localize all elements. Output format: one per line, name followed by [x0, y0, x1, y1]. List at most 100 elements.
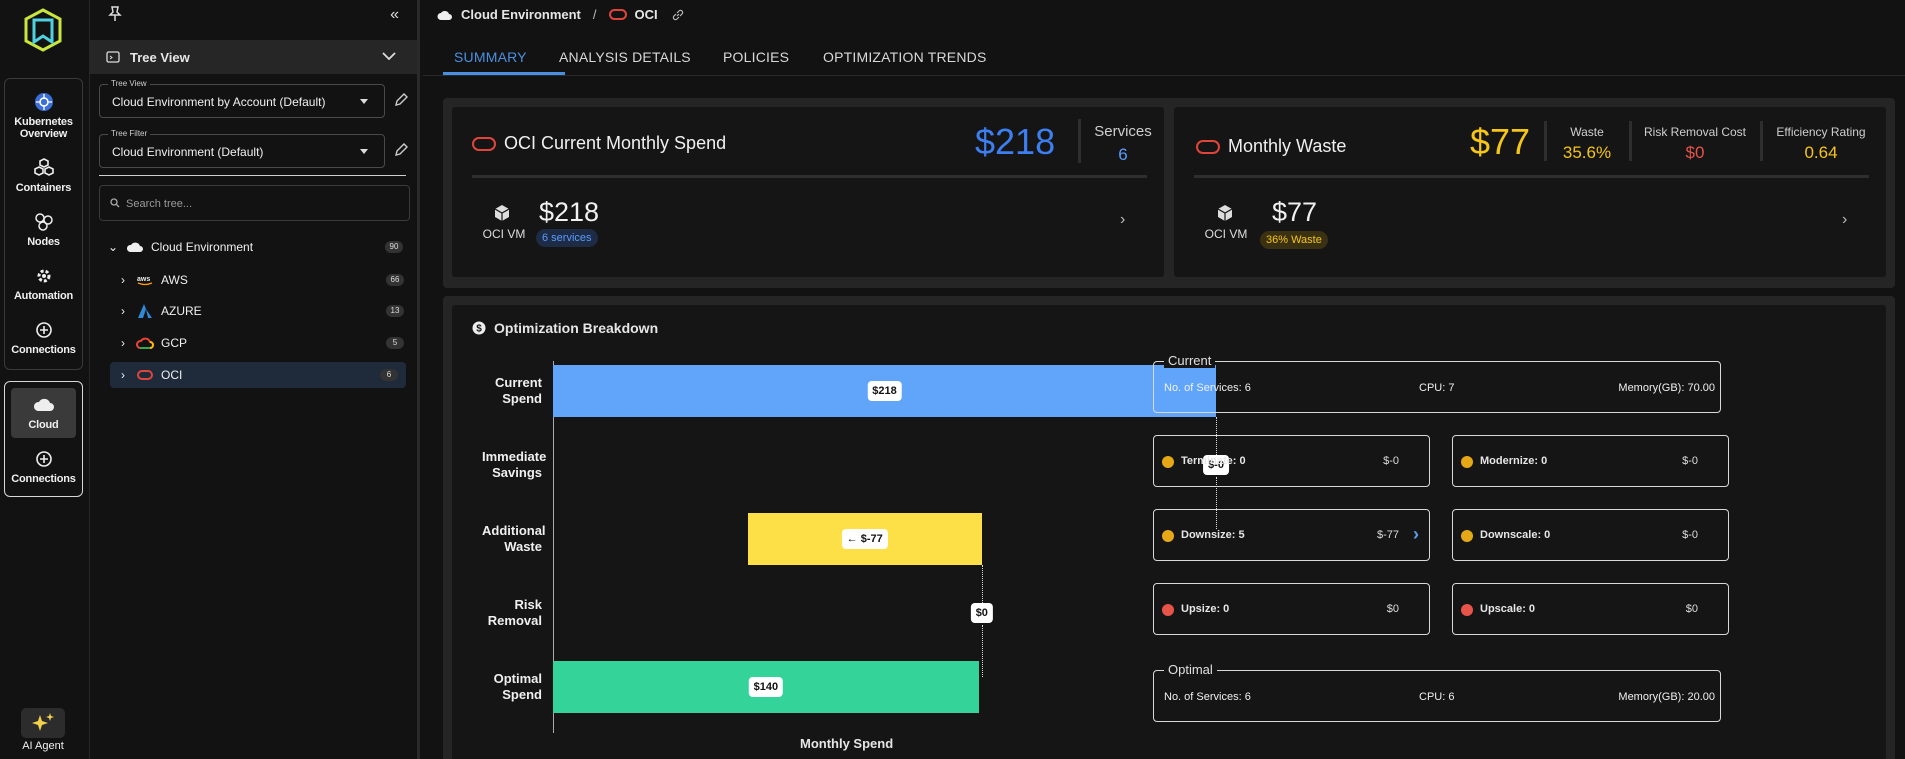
- oci-logo-icon: [608, 9, 627, 20]
- rail-item-containers[interactable]: Containers: [5, 157, 82, 194]
- chevron-right-icon[interactable]: ›: [116, 336, 130, 350]
- edit-tree-filter-icon[interactable]: [393, 142, 409, 158]
- rail-item-label: Kubernetes Overview: [14, 116, 73, 140]
- tree-view-select[interactable]: Tree View Cloud Environment by Account (…: [99, 79, 385, 118]
- collapse-panel-icon[interactable]: «: [390, 6, 399, 24]
- action-modernize[interactable]: Modernize: 0 $-0: [1452, 435, 1729, 487]
- chevron-right-icon[interactable]: ›: [116, 273, 130, 287]
- tree-node-label: GCP: [161, 336, 188, 350]
- chevron-down-icon[interactable]: ⌄: [106, 240, 120, 254]
- rail-item-kubernetes-overview[interactable]: Kubernetes Overview: [5, 91, 82, 140]
- rail-item-label: Nodes: [27, 236, 60, 248]
- rail-item-label: Cloud: [28, 419, 59, 431]
- active-tab-indicator: [443, 72, 565, 75]
- tree-filter-select[interactable]: Tree Filter Cloud Environment (Default): [99, 129, 385, 168]
- tree-panel: « Tree View Tree View Cloud Environment …: [90, 0, 420, 759]
- tab-analysis-details[interactable]: ANALYSIS DETAILS: [559, 49, 691, 65]
- optimal-cpu: CPU: 6: [1419, 691, 1455, 703]
- chevron-right-icon[interactable]: ›: [1413, 524, 1419, 545]
- optimal-memory: Memory(GB): 20.00: [1618, 691, 1715, 703]
- tree-node-label: AWS: [161, 273, 188, 287]
- rail-item-label: Connections: [11, 473, 76, 485]
- rail-item-nodes[interactable]: Nodes: [5, 211, 82, 248]
- pin-icon[interactable]: [108, 6, 122, 22]
- tree-node-oci[interactable]: › OCI 6: [110, 362, 406, 388]
- data-label: $218: [867, 381, 902, 401]
- spend-card-title-text: OCI Current Monthly Spend: [504, 133, 727, 153]
- ai-agent-button[interactable]: AI Agent: [18, 708, 68, 752]
- breadcrumb-root[interactable]: Cloud Environment: [461, 7, 581, 22]
- search-placeholder: Search tree...: [126, 198, 193, 210]
- containers-icon: [33, 158, 54, 176]
- link-icon[interactable]: [672, 9, 684, 21]
- rail-item-connections[interactable]: Connections: [5, 319, 82, 356]
- cloud-icon: [437, 10, 452, 20]
- box-icon: [1217, 205, 1233, 221]
- svg-text:aws: aws: [137, 276, 150, 283]
- action-upscale[interactable]: Upscale: 0 $0: [1452, 583, 1729, 635]
- spend-amount: $218: [975, 121, 1056, 162]
- tree-node-gcp[interactable]: › GCP 5: [116, 330, 416, 356]
- action-downsize[interactable]: Downsize: 5 $-77 ›: [1153, 509, 1430, 561]
- chevron-right-icon[interactable]: ›: [1842, 211, 1847, 229]
- tree-node-aws[interactable]: › aws AWS 66: [116, 267, 416, 293]
- tab-optimization-trends[interactable]: OPTIMIZATION TRENDS: [823, 49, 987, 65]
- rail-item-automation[interactable]: Automation: [5, 265, 82, 302]
- tree-view-select-label: Tree View: [108, 79, 150, 88]
- action-upsize[interactable]: Upsize: 0 $0: [1153, 583, 1430, 635]
- tree-node-azure[interactable]: › AZURE 13: [116, 298, 416, 324]
- connector-line: [981, 565, 983, 603]
- rail-item-cloud[interactable]: Cloud: [11, 388, 76, 438]
- oci-vm-waste-amount: $77: [1272, 197, 1318, 227]
- rail-group-kubernetes: Kubernetes Overview Containers Nodes Aut…: [4, 78, 83, 370]
- category-label: Additional Waste: [482, 523, 546, 554]
- action-amount: $0: [1685, 603, 1698, 615]
- ai-agent-label: AI Agent: [22, 740, 64, 752]
- search-tree-input[interactable]: Search tree...: [99, 185, 410, 221]
- waste-amount: $77: [1470, 121, 1531, 162]
- main-content: Cloud Environment / OCI SUMMARY ANALYSIS…: [423, 0, 1905, 759]
- oci-vm-label: OCI VM: [482, 227, 526, 241]
- tree-node-cloud-environment[interactable]: ⌄ Cloud Environment 90: [106, 234, 417, 260]
- action-terminate[interactable]: Terminate: 0 $-0: [1153, 435, 1430, 487]
- chevron-right-icon[interactable]: ›: [116, 368, 130, 382]
- waterfall-chart: Monthly Spend Current Spend $218 Immediate…: [452, 305, 1229, 759]
- data-label: ← $-77: [841, 529, 888, 549]
- chevron-right-icon[interactable]: ›: [116, 304, 130, 318]
- tree-node-label: AZURE: [161, 304, 202, 318]
- app-logo[interactable]: [24, 8, 62, 52]
- plus-circle-icon: [35, 322, 52, 338]
- rail-item-label: Containers: [15, 182, 72, 194]
- risk-label: Risk Removal Cost: [1643, 125, 1747, 139]
- tree-node-label: OCI: [161, 368, 183, 382]
- chevron-down-icon[interactable]: [381, 48, 397, 64]
- tab-policies[interactable]: POLICIES: [723, 49, 789, 65]
- current-legend: Current: [1164, 353, 1216, 368]
- waste-value: 35.6%: [1562, 143, 1612, 162]
- rail-item-cloud-connections[interactable]: Connections: [5, 448, 82, 485]
- arrow-down-circle-icon: [1461, 456, 1473, 468]
- tree-filter-select-label: Tree Filter: [108, 129, 151, 138]
- arrow-down-circle-icon: [1162, 456, 1174, 468]
- action-downscale[interactable]: Downscale: 0 $-0: [1452, 509, 1729, 561]
- current-summary-box: Current No. of Services: 6 CPU: 7 Memory…: [1153, 353, 1721, 413]
- edit-tree-view-icon[interactable]: [393, 92, 409, 108]
- gcp-logo-icon: [136, 337, 154, 349]
- tree-filter-select-value: Cloud Environment (Default): [112, 145, 264, 159]
- dropdown-arrow-icon: [360, 149, 368, 154]
- action-name: Upsize: 0: [1181, 603, 1230, 615]
- action-amount: $0: [1386, 603, 1399, 615]
- divider: [1078, 119, 1081, 163]
- arrow-down-circle-icon: [1162, 530, 1174, 542]
- spend-card-title: OCI Current Monthly Spend: [472, 133, 726, 154]
- arrow-up-circle-icon: [1162, 604, 1174, 616]
- aws-logo-icon: aws: [137, 276, 153, 286]
- tree-view-header[interactable]: Tree View: [90, 40, 417, 74]
- tab-summary[interactable]: SUMMARY: [454, 49, 527, 65]
- chevron-right-icon[interactable]: ›: [1120, 211, 1125, 229]
- waste-card: Monthly Waste $77 Waste 35.6% Risk Remov…: [1174, 107, 1886, 277]
- action-name: Downsize: 5: [1181, 529, 1245, 541]
- action-name: Downscale: 0: [1480, 529, 1551, 541]
- arrow-up-circle-icon: [1461, 604, 1473, 616]
- breakdown-panel: $ Optimization Breakdown Monthly Spend C…: [443, 296, 1895, 759]
